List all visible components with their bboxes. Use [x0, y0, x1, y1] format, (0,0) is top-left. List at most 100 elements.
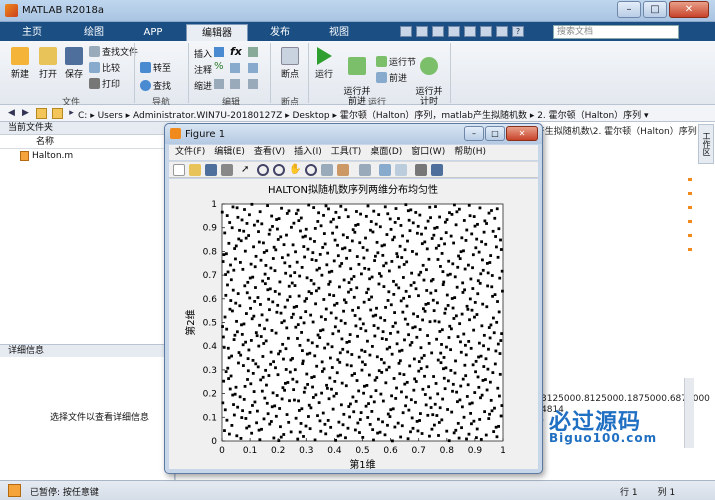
data-point	[447, 259, 451, 263]
rotate-3d-icon[interactable]	[305, 164, 317, 176]
figure-maximize-button[interactable]: □	[485, 126, 505, 141]
workspace-side-tab[interactable]: 工作区	[698, 124, 714, 164]
open-file-icon[interactable]	[189, 164, 201, 176]
link-plot-icon[interactable]	[359, 164, 371, 176]
function-icon[interactable]: fx	[230, 45, 242, 58]
menu-tools[interactable]: 工具(T)	[331, 145, 362, 160]
smart-indent-icon[interactable]	[214, 79, 224, 89]
run-and-time-button[interactable]: 运行并 计时	[414, 47, 444, 107]
breadcrumb-item[interactable]: Administrator.WIN7U-20180127Z	[133, 111, 282, 121]
increase-indent-icon[interactable]	[230, 79, 240, 89]
cut-icon[interactable]	[416, 26, 428, 37]
breadcrumb-item[interactable]: 霍尔顿（Halton）序列，matlab产生拟随机数	[340, 111, 527, 121]
zoom-in-icon[interactable]	[257, 164, 269, 176]
tab-view[interactable]: 视图	[312, 24, 366, 41]
name-column-header[interactable]: 名称	[0, 135, 174, 149]
menu-view[interactable]: 查看(V)	[254, 145, 285, 160]
copy-icon[interactable]	[432, 26, 444, 37]
menu-help[interactable]: 帮助(H)	[454, 145, 486, 160]
tab-editor[interactable]: 编辑器	[186, 24, 248, 41]
data-point	[415, 335, 419, 339]
breadcrumb[interactable]: C: ▸ Users ▸ Administrator.WIN7U-2018012…	[78, 108, 649, 121]
print-button[interactable]: 打印	[89, 77, 120, 90]
insert-section-icon[interactable]	[248, 47, 258, 57]
data-point	[269, 362, 272, 366]
zoom-out-icon[interactable]	[273, 164, 285, 176]
save-icon[interactable]	[400, 26, 412, 37]
maximize-button[interactable]: □	[643, 1, 667, 18]
wrap-comments-icon[interactable]	[230, 63, 240, 73]
new-button[interactable]: 新建	[8, 47, 32, 80]
figure-title-bar[interactable]: Figure 1 – □ ✕	[165, 124, 542, 144]
breadcrumb-item[interactable]: C:	[78, 111, 87, 121]
indent-button[interactable]: 缩进	[194, 79, 212, 92]
browse-icon[interactable]: ▸	[66, 108, 77, 119]
run-button[interactable]: 运行	[312, 47, 336, 80]
tab-apps[interactable]: APP	[126, 24, 180, 41]
menu-insert[interactable]: 插入(I)	[294, 145, 322, 160]
forward-icon[interactable]: ▶	[20, 108, 31, 119]
open-button[interactable]: 打开	[36, 47, 60, 80]
find-files-button[interactable]: 查找文件	[89, 45, 138, 58]
insert-icon[interactable]	[214, 47, 224, 57]
comment-button[interactable]: 注释	[194, 63, 212, 76]
new-figure-icon[interactable]	[173, 164, 185, 176]
breakpoints-button[interactable]: 断点	[276, 47, 304, 80]
pan-icon[interactable]: ✋	[289, 164, 301, 176]
breadcrumb-item[interactable]: 2. 霍尔顿（Halton）序列	[537, 111, 641, 121]
menu-desktop[interactable]: 桌面(D)	[370, 145, 402, 160]
data-point	[426, 219, 430, 223]
help-icon[interactable]: ?	[512, 26, 524, 37]
insert-legend-icon[interactable]	[395, 164, 407, 176]
tab-plots[interactable]: 绘图	[66, 24, 122, 41]
data-point	[462, 219, 466, 222]
menu-window[interactable]: 窗口(W)	[411, 145, 445, 160]
up-folder-icon[interactable]	[52, 108, 63, 119]
figure-close-button[interactable]: ✕	[506, 126, 538, 141]
data-point	[279, 435, 283, 439]
data-point	[436, 301, 439, 305]
minimize-button[interactable]: –	[617, 1, 641, 18]
breadcrumb-item[interactable]: Users	[98, 111, 123, 121]
undo-icon[interactable]	[464, 26, 476, 37]
menu-file[interactable]: 文件(F)	[175, 145, 205, 160]
hide-plot-tools-icon[interactable]	[415, 164, 427, 176]
find-button[interactable]: 查找	[140, 79, 171, 92]
edit-plot-icon[interactable]: ➚	[241, 164, 253, 176]
uncomment-icon[interactable]	[248, 63, 258, 73]
decrease-indent-icon[interactable]	[248, 79, 258, 89]
run-section-button[interactable]: 运行节	[376, 55, 416, 68]
compare-button[interactable]: 比较	[89, 61, 120, 74]
back-icon[interactable]: ◀	[6, 108, 17, 119]
file-name: Halton.m	[32, 151, 74, 161]
menu-edit[interactable]: 编辑(E)	[214, 145, 245, 160]
comment-icon[interactable]: %	[214, 61, 224, 72]
show-plot-tools-icon[interactable]	[431, 164, 443, 176]
redo-icon[interactable]	[480, 26, 492, 37]
breadcrumb-item[interactable]: Desktop	[293, 111, 330, 121]
tab-home[interactable]: 主页	[6, 24, 58, 41]
file-row[interactable]: Halton.m	[0, 149, 174, 163]
print-figure-icon[interactable]	[221, 164, 233, 176]
data-point	[480, 393, 484, 397]
close-button[interactable]: ✕	[669, 1, 709, 18]
switch-windows-icon[interactable]	[496, 26, 508, 37]
command-window-scrollbar[interactable]	[684, 378, 694, 448]
figure-minimize-button[interactable]: –	[464, 126, 484, 141]
data-point	[312, 282, 316, 286]
paste-icon[interactable]	[448, 26, 460, 37]
data-cursor-icon[interactable]	[321, 164, 333, 176]
tab-publish[interactable]: 发布	[254, 24, 306, 41]
folder-icon[interactable]	[36, 108, 47, 119]
search-documentation-input[interactable]: 搜索文档	[553, 25, 679, 39]
figure-window[interactable]: Figure 1 – □ ✕ 文件(F) 编辑(E) 查看(V) 插入(I) 工…	[164, 123, 543, 474]
data-point	[464, 239, 468, 242]
data-point	[341, 247, 344, 251]
insert-colorbar-icon[interactable]	[379, 164, 391, 176]
save-button[interactable]: 保存	[62, 47, 86, 80]
insert-button[interactable]: 插入	[194, 47, 212, 60]
advance-button[interactable]: 前进	[376, 71, 407, 84]
save-figure-icon[interactable]	[205, 164, 217, 176]
brush-icon[interactable]	[337, 164, 349, 176]
goto-button[interactable]: 转至	[140, 61, 171, 74]
